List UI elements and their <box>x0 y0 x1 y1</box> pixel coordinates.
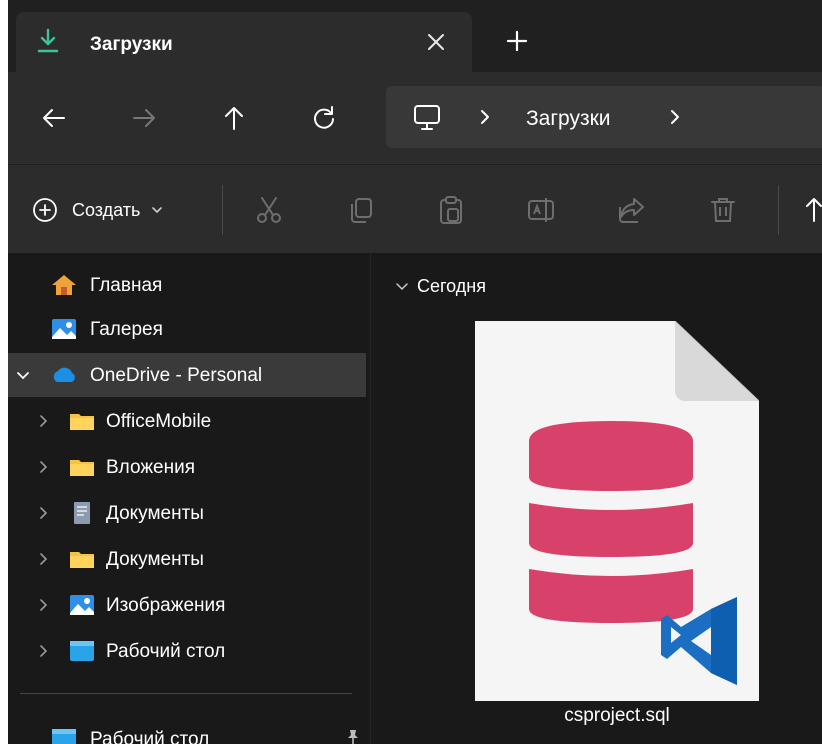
chevron-down-icon[interactable] <box>16 368 30 382</box>
desktop-icon <box>70 641 94 661</box>
delete-icon[interactable] <box>708 195 738 225</box>
sidebar-item-gallery[interactable]: Галерея <box>8 307 366 351</box>
rename-icon[interactable] <box>526 195 556 225</box>
toolbar-divider <box>778 185 779 235</box>
chevron-down-icon <box>152 207 163 214</box>
chevron-right-icon[interactable] <box>36 598 50 612</box>
new-button[interactable]: Создать <box>32 195 164 225</box>
file-explorer-window: Загрузки Загрузки Создать Главная Галере… <box>8 0 822 744</box>
copy-icon[interactable] <box>346 195 376 225</box>
sidebar-item-label: Рабочий стол <box>106 641 226 662</box>
sidebar-item-officemobile[interactable]: OfficeMobile <box>8 399 366 443</box>
new-button-label: Создать <box>72 199 141 220</box>
address-bar[interactable]: Загрузки <box>386 86 822 148</box>
chevron-right-icon[interactable] <box>36 644 50 658</box>
home-icon <box>52 275 76 295</box>
refresh-icon[interactable] <box>310 104 338 132</box>
navigation-bar: Загрузки <box>8 72 822 164</box>
desktop-icon <box>52 729 76 744</box>
sidebar-divider <box>20 693 352 694</box>
sidebar-item-label: Галерея <box>90 319 163 340</box>
sidebar-item-home[interactable]: Главная <box>8 263 366 307</box>
sidebar-item-label: Рабочий стол <box>90 729 210 744</box>
share-icon[interactable] <box>616 195 646 225</box>
sidebar-item-desktop[interactable]: Рабочий стол <box>8 629 366 673</box>
folder-icon <box>70 414 94 430</box>
folder-icon <box>70 552 94 568</box>
sidebar-item-label: OfficeMobile <box>106 411 212 432</box>
navigation-pane: Главная Галерея OneDrive - Personal Offi… <box>8 253 370 744</box>
sql-file-icon <box>475 321 759 701</box>
paste-icon[interactable] <box>436 195 466 225</box>
sidebar-item-label: Главная <box>90 275 163 296</box>
chevron-right-icon[interactable] <box>478 108 492 126</box>
cut-icon[interactable] <box>254 195 284 225</box>
sidebar-item-documents-folder[interactable]: Документы <box>8 537 366 581</box>
sidebar-item-pictures[interactable]: Изображения <box>8 583 366 627</box>
sidebar-item-label: Документы <box>106 503 204 524</box>
gallery-icon <box>52 319 76 339</box>
toolbar-divider <box>222 185 223 235</box>
tab-downloads[interactable]: Загрузки <box>16 12 472 72</box>
sidebar-item-label: OneDrive - Personal <box>90 365 263 386</box>
monitor-icon <box>414 105 440 130</box>
chevron-right-icon[interactable] <box>668 108 682 126</box>
pin-icon[interactable] <box>346 729 360 744</box>
documents-icon <box>74 502 90 524</box>
arrow-up-icon[interactable] <box>220 104 248 132</box>
chevron-right-icon[interactable] <box>36 460 50 474</box>
sidebar-item-label: Документы <box>106 549 204 570</box>
pictures-icon <box>70 595 94 615</box>
tab-bar: Загрузки <box>8 0 822 72</box>
sidebar-item-attachments[interactable]: Вложения <box>8 445 366 489</box>
chevron-right-icon[interactable] <box>36 414 50 428</box>
tab-title: Загрузки <box>90 34 173 55</box>
arrow-right-icon[interactable] <box>130 104 158 132</box>
sidebar-item-documents-library[interactable]: Документы <box>8 491 366 535</box>
sort-icon[interactable] <box>804 195 822 225</box>
sidebar-item-label: Изображения <box>106 595 226 616</box>
chevron-right-icon[interactable] <box>36 552 50 566</box>
sidebar-item-label: Вложения <box>106 457 195 478</box>
address-segment-downloads[interactable]: Загрузки <box>526 107 611 131</box>
command-bar: Создать <box>8 164 822 254</box>
chevron-down-icon[interactable] <box>395 281 409 293</box>
file-view: Сегодня csproject.sql <box>371 253 822 744</box>
arrow-left-icon[interactable] <box>40 104 68 132</box>
file-item[interactable]: csproject.sql <box>475 321 759 741</box>
folder-icon <box>70 460 94 476</box>
group-header-today[interactable]: Сегодня <box>417 276 486 297</box>
chevron-right-icon[interactable] <box>36 506 50 520</box>
cloud-icon <box>53 367 75 382</box>
plus-circle-icon <box>33 198 57 222</box>
close-icon[interactable] <box>424 30 448 54</box>
sidebar-item-onedrive[interactable]: OneDrive - Personal <box>8 353 366 397</box>
file-name: csproject.sql <box>564 705 670 726</box>
download-icon <box>37 28 59 53</box>
quick-access-desktop[interactable]: Рабочий стол <box>8 717 366 744</box>
plus-icon[interactable] <box>504 28 530 54</box>
